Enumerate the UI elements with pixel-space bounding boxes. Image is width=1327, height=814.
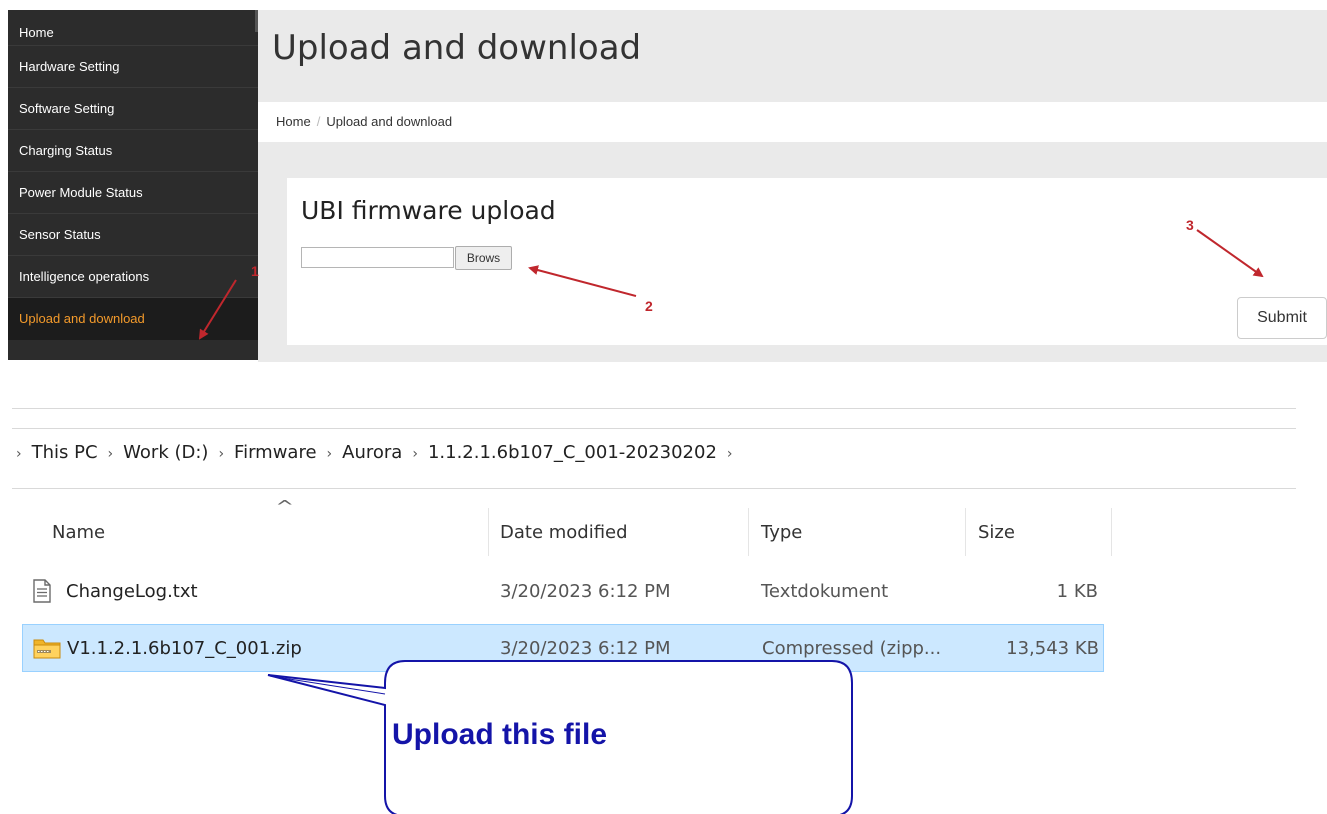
chevron-right-icon[interactable]: › xyxy=(727,446,733,462)
upload-card-title: UBI firmware upload xyxy=(301,196,556,225)
sidebar-item-intelligence-operations[interactable]: Intelligence operations xyxy=(8,256,258,298)
zip-folder-icon xyxy=(33,639,61,659)
column-header-date-modified[interactable]: Date modified xyxy=(500,522,628,543)
chevron-right-icon: › xyxy=(107,446,114,462)
divider-top xyxy=(12,408,1296,409)
breadcrumb-home-link[interactable]: Home xyxy=(276,114,311,129)
divider-address-bottom xyxy=(12,488,1296,489)
sidebar-item-sensor-status[interactable]: Sensor Status xyxy=(8,214,258,256)
annotation-step-2: 2 xyxy=(645,298,653,314)
column-header-name[interactable]: Name xyxy=(52,522,105,543)
chevron-right-icon: › xyxy=(218,446,225,462)
page-title: Upload and download xyxy=(272,28,642,68)
file-date: 3/20/2023 6:12 PM xyxy=(500,638,671,659)
text-file-icon xyxy=(33,579,51,603)
breadcrumb-current: Upload and download xyxy=(326,114,453,129)
sidebar-item-software-setting[interactable]: Software Setting xyxy=(8,88,258,130)
sidebar-item-power-module-status[interactable]: Power Module Status xyxy=(8,172,258,214)
column-divider[interactable] xyxy=(1111,508,1112,556)
callout-pointer-line xyxy=(269,675,386,695)
sort-ascending-icon: ^ xyxy=(275,497,295,516)
file-name: V1.1.2.1.6b107_C_001.zip xyxy=(67,638,302,659)
path-segment-firmware[interactable]: Firmware xyxy=(234,442,317,463)
browse-button[interactable]: Brows xyxy=(455,246,512,270)
chevron-right-icon: › xyxy=(326,446,333,462)
chevron-right-icon: › xyxy=(412,446,418,462)
path-segment-aurora[interactable]: Aurora xyxy=(342,442,402,463)
column-header-type[interactable]: Type xyxy=(761,522,802,543)
file-type: Compressed (zipp... xyxy=(762,638,942,659)
breadcrumb: Home / Upload and download xyxy=(258,102,1327,142)
breadcrumb-separator: / xyxy=(316,114,321,129)
file-size: 13,543 KB xyxy=(1006,638,1099,659)
main-content: Upload and download Home / Upload and down… xyxy=(258,10,1327,362)
sidebar-item-upload-and-download[interactable]: Upload and download xyxy=(8,298,258,340)
callout-text: Upload this file xyxy=(392,718,608,751)
annotation-step-3: 3 xyxy=(1186,217,1194,233)
column-divider[interactable] xyxy=(965,508,966,556)
sidebar-item-hardware-setting[interactable]: Hardware Setting xyxy=(8,46,258,88)
column-divider[interactable] xyxy=(488,508,489,556)
submit-button[interactable]: Submit xyxy=(1237,297,1327,339)
path-segment-drive[interactable]: Work (D:) xyxy=(123,442,208,463)
file-row-firmware-zip[interactable]: V1.1.2.1.6b107_C_001.zip 3/20/2023 6:12 … xyxy=(22,624,1104,672)
column-divider[interactable] xyxy=(748,508,749,556)
divider-address-top xyxy=(12,428,1296,429)
firmware-upload-card: UBI firmware upload Brows xyxy=(287,178,1327,345)
file-type: Textdokument xyxy=(761,581,889,602)
path-segment-this-pc[interactable]: This PC xyxy=(32,442,98,463)
file-date: 3/20/2023 6:12 PM xyxy=(500,581,671,602)
sidebar-item-home[interactable]: Home xyxy=(8,20,258,46)
chevron-right-icon: › xyxy=(16,446,22,462)
upload-page-panel: Home Hardware Setting Software Setting C… xyxy=(0,0,1327,362)
file-size: 1 KB xyxy=(1056,581,1098,602)
explorer-address-bar[interactable]: › This PC › Work (D:) › Firmware › Aurora › 1.1.2… xyxy=(16,442,743,463)
file-name: ChangeLog.txt xyxy=(66,581,198,602)
file-row-changelog[interactable]: ChangeLog.txt 3/20/2023 6:12 PM Textdoku… xyxy=(22,568,1104,616)
annotation-step-1: 1 xyxy=(251,263,259,279)
path-segment-version-folder[interactable]: 1.1.2.1.6b107_C_001-20230202 xyxy=(428,442,717,463)
column-header-size[interactable]: Size xyxy=(978,522,1015,543)
file-path-input[interactable] xyxy=(301,247,454,268)
sidebar-item-charging-status[interactable]: Charging Status xyxy=(8,130,258,172)
sidebar: Home Hardware Setting Software Setting C… xyxy=(8,10,258,360)
